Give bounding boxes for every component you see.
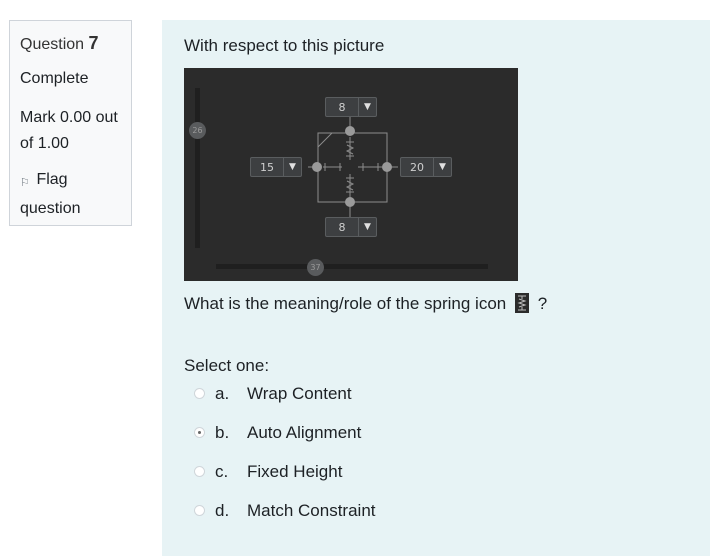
right-margin-dropdown: 20 ▼ (400, 157, 452, 177)
flag-question-link[interactable]: ⚐ Flag question (20, 167, 120, 222)
top-margin-dropdown: 8 ▼ (325, 97, 377, 117)
bottom-margin-value: 8 (338, 220, 346, 234)
answer-option-b[interactable]: b. Auto Alignment (194, 423, 376, 462)
chevron-down-icon: ▼ (358, 218, 376, 236)
question-label: Question (20, 36, 85, 53)
layout-editor-image: 26 37 8 ▼ 8 ▼ 15 ▼ 20 ▼ (184, 68, 518, 281)
question-intro: With respect to this picture (184, 36, 385, 55)
top-margin-value: 8 (338, 100, 346, 114)
spring-icon (514, 293, 529, 313)
select-one-label: Select one: (184, 356, 270, 375)
question-prompt: What is the meaning/role of the spring i… (184, 293, 547, 314)
chevron-down-icon: ▼ (433, 158, 451, 176)
right-margin-value: 20 (410, 160, 424, 174)
radio-d[interactable] (194, 505, 205, 516)
left-margin-dropdown: 15 ▼ (250, 157, 302, 177)
chevron-down-icon: ▼ (358, 98, 376, 116)
question-prompt-suffix: ? (537, 294, 548, 313)
question-info-box: Question 7 Complete Mark 0.00 out of 1.0… (9, 20, 132, 226)
answer-letter: a. (215, 384, 230, 403)
answer-letter: d. (215, 501, 230, 520)
question-content: With respect to this picture 26 37 8 ▼ 8… (162, 20, 710, 556)
answer-text: Fixed Height (247, 462, 343, 481)
question-number-value: 7 (88, 33, 99, 53)
answer-letter: b. (215, 423, 230, 442)
answer-text: Match Constraint (247, 501, 376, 520)
answer-text: Auto Alignment (247, 423, 362, 442)
answer-letter: c. (215, 462, 229, 481)
question-prompt-text: What is the meaning/role of the spring i… (184, 294, 507, 313)
flag-icon: ⚐ (20, 177, 30, 189)
bottom-margin-dropdown: 8 ▼ (325, 217, 377, 237)
answer-option-d[interactable]: d. Match Constraint (194, 501, 376, 540)
question-number: Question 7 (20, 33, 131, 54)
radio-a[interactable] (194, 388, 205, 399)
question-grade: Mark 0.00 out of 1.00 (20, 109, 118, 152)
answer-options: a. Wrap Content b. Auto Alignment c. Fix… (194, 384, 376, 540)
radio-c[interactable] (194, 466, 205, 477)
chevron-down-icon: ▼ (283, 158, 301, 176)
radio-b[interactable] (194, 427, 205, 438)
answer-text: Wrap Content (247, 384, 352, 403)
answer-option-c[interactable]: c. Fixed Height (194, 462, 376, 501)
answer-option-a[interactable]: a. Wrap Content (194, 384, 376, 423)
left-margin-value: 15 (260, 160, 274, 174)
question-state: Complete (20, 70, 89, 87)
